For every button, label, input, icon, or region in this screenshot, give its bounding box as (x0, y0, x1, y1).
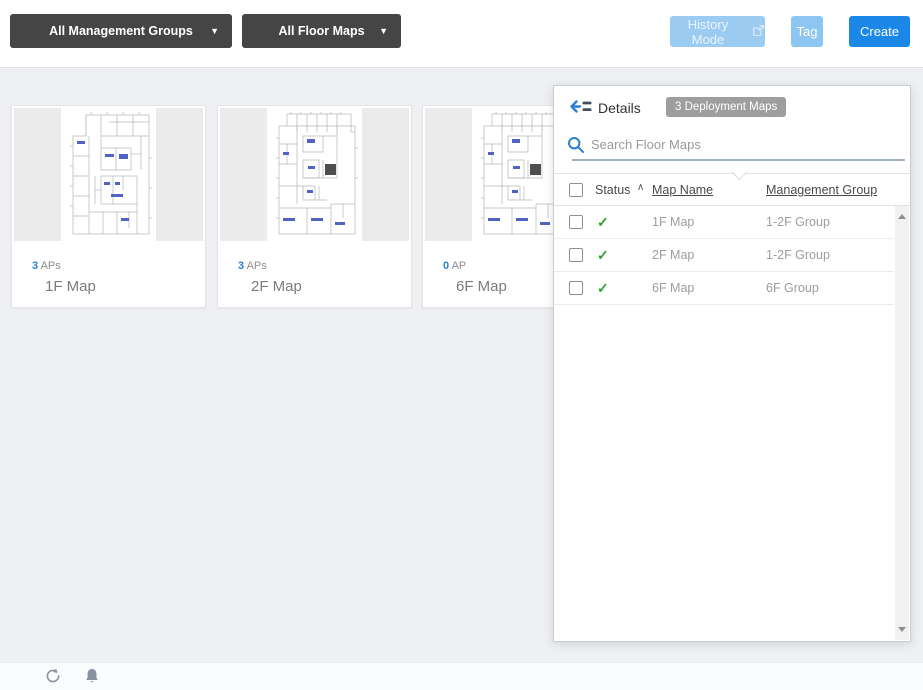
table-row[interactable]: ✓ 1F Map 1-2F Group (554, 206, 894, 239)
ap-count-line: 3 APs (32, 260, 205, 272)
details-panel: Details 3 Deployment Maps Status ∧ Map N… (553, 85, 911, 642)
table-header: Status ∧ Map Name Management Group (554, 173, 910, 206)
row-checkbox[interactable] (569, 281, 583, 295)
status-ok-icon: ✓ (597, 214, 609, 231)
ap-count: 3 (32, 260, 38, 272)
notifications-button[interactable] (84, 667, 100, 688)
app-root: All Management Groups ▼ All Floor Maps ▼… (0, 0, 923, 690)
scroll-down-icon[interactable] (898, 627, 906, 632)
floor-map-card-2f[interactable]: 3 APs 2F Map (217, 105, 412, 308)
search-icon (567, 136, 585, 159)
column-header-status: Status (595, 183, 630, 197)
map-name: 1F Map (45, 278, 205, 295)
select-all-checkbox[interactable] (569, 183, 583, 197)
card-meta: 3 APs 2F Map (218, 243, 411, 295)
chevron-down-icon: ▼ (379, 26, 388, 36)
floor-plan-image (267, 108, 362, 241)
ap-count: 3 (238, 260, 244, 272)
ap-unit: APs (247, 260, 267, 272)
bell-icon (84, 667, 100, 685)
cell-management-group: 6F Group (766, 281, 819, 295)
row-checkbox[interactable] (569, 215, 583, 229)
ap-count-line: 3 APs (238, 260, 411, 272)
history-mode-button[interactable]: History Mode (670, 16, 765, 47)
ap-unit: APs (41, 260, 61, 272)
column-header-management-group[interactable]: Management Group (766, 183, 877, 197)
cell-management-group: 1-2F Group (766, 215, 830, 229)
tag-button-label: Tag (797, 24, 818, 39)
status-ok-icon: ✓ (597, 280, 609, 297)
management-groups-dropdown-label: All Management Groups (49, 24, 193, 38)
back-arrow-icon (569, 98, 593, 115)
panel-scrollbar[interactable] (895, 206, 909, 640)
top-toolbar: All Management Groups ▼ All Floor Maps ▼… (0, 0, 923, 68)
search-underline (572, 159, 905, 161)
refresh-icon (44, 667, 62, 685)
create-button[interactable]: Create (849, 16, 910, 47)
cell-map-name: 2F Map (652, 248, 694, 262)
floor-plan-thumbnail (220, 108, 409, 241)
card-meta: 3 APs 1F Map (12, 243, 205, 295)
history-mode-button-label: History Mode (670, 17, 746, 47)
create-button-label: Create (860, 24, 899, 39)
ap-unit: AP (452, 260, 467, 272)
cell-map-name: 6F Map (652, 281, 694, 295)
floor-maps-dropdown-label: All Floor Maps (278, 24, 364, 38)
tag-button[interactable]: Tag (791, 16, 823, 47)
ap-count: 0 (443, 260, 449, 272)
chevron-down-icon: ▼ (210, 26, 219, 36)
table-row[interactable]: ✓ 2F Map 1-2F Group (554, 239, 894, 272)
floor-map-card-1f[interactable]: 3 APs 1F Map (11, 105, 206, 308)
floor-maps-dropdown[interactable]: All Floor Maps ▼ (242, 14, 401, 48)
search-input[interactable] (591, 133, 881, 155)
collapse-panel-button[interactable] (569, 98, 593, 116)
scroll-up-icon[interactable] (898, 214, 906, 219)
panel-title: Details (598, 100, 641, 116)
table-row[interactable]: ✓ 6F Map 6F Group (554, 272, 894, 305)
deployment-maps-badge: 3 Deployment Maps (666, 97, 786, 117)
status-ok-icon: ✓ (597, 247, 609, 264)
map-name: 2F Map (251, 278, 411, 295)
floor-plan-image (61, 108, 156, 241)
sort-ascending-icon[interactable]: ∧ (637, 182, 644, 193)
external-link-icon (752, 24, 765, 40)
floor-plan-thumbnail (14, 108, 203, 241)
cell-map-name: 1F Map (652, 215, 694, 229)
refresh-button[interactable] (44, 667, 62, 688)
column-header-map-name[interactable]: Map Name (652, 183, 713, 197)
management-groups-dropdown[interactable]: All Management Groups ▼ (10, 14, 232, 48)
footer-bar (0, 662, 923, 690)
row-checkbox[interactable] (569, 248, 583, 262)
cell-management-group: 1-2F Group (766, 248, 830, 262)
